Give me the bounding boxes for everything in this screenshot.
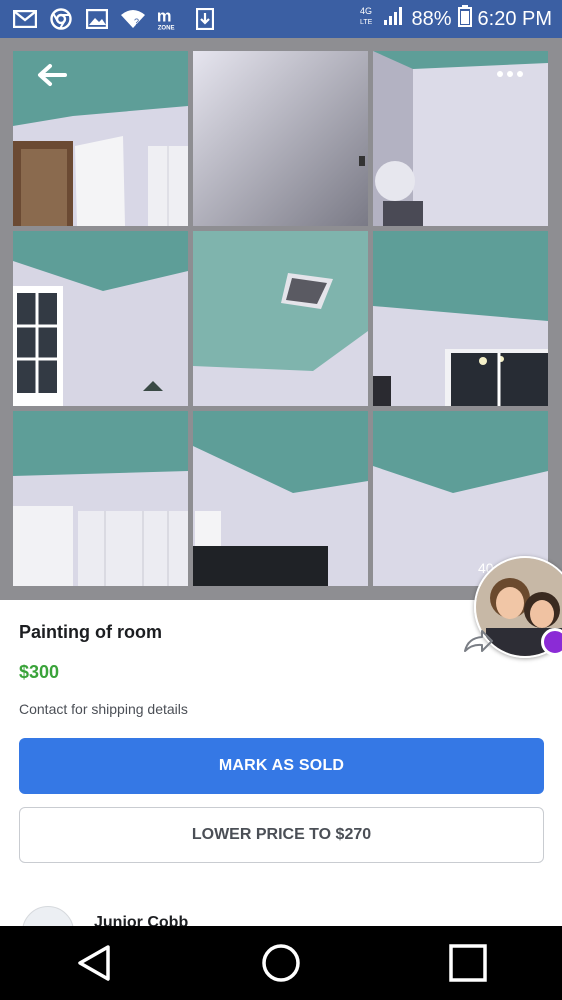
download-icon [192,8,218,30]
room-photo-5[interactable] [193,231,368,406]
room-photo-8[interactable] [193,411,368,586]
share-arrow-icon [464,630,493,652]
more-options-button[interactable] [492,64,528,84]
signal-icon [383,6,405,32]
svg-text:ZONE: ZONE [158,25,175,31]
room-photo-2[interactable] [193,51,368,226]
room-photo-7[interactable] [13,411,188,586]
shipping-info: Contact for shipping details [19,701,188,717]
mark-as-sold-button[interactable]: MARK AS SOLD [19,738,544,794]
svg-text:4G: 4G [360,6,372,16]
battery-percent: 88% [411,7,452,30]
wifi-icon: ? [120,8,146,30]
share-button[interactable] [462,628,494,654]
nav-back-button[interactable] [64,933,124,993]
back-button[interactable] [34,60,70,90]
svg-text:?: ? [134,17,139,27]
listing-price: $300 [19,662,60,682]
svg-text:LTE: LTE [360,19,373,26]
status-bar: ? m ZONE 4G LTE 88% 6:20 PM [0,0,562,38]
android-navigation-bar [0,926,562,1000]
gmail-icon [12,8,38,30]
svg-text:m: m [157,8,172,26]
more-dots-icon [497,71,523,77]
nav-recents-button[interactable] [438,933,498,993]
messenger-badge-icon [541,628,562,656]
system-status: 4G LTE 88% 6:20 PM [359,4,562,34]
lower-price-button[interactable]: LOWER PRICE TO $270 [19,807,544,863]
nav-home-button[interactable] [251,933,311,993]
notification-icons: ? m ZONE [0,8,218,32]
room-photo-4[interactable] [13,231,188,406]
chrome-icon [48,8,74,30]
listing-title: Painting of room [19,622,162,642]
battery-icon [457,5,472,33]
square-recents-icon [449,944,488,982]
lte-icon: 4G LTE [359,4,377,34]
gallery-icon [84,8,110,30]
circle-home-icon [262,944,300,982]
triangle-back-icon [77,945,110,981]
clock: 6:20 PM [477,7,552,30]
mzone-icon: m ZONE [156,8,182,32]
back-arrow-icon [38,64,67,86]
room-photo-6[interactable] [373,231,548,406]
